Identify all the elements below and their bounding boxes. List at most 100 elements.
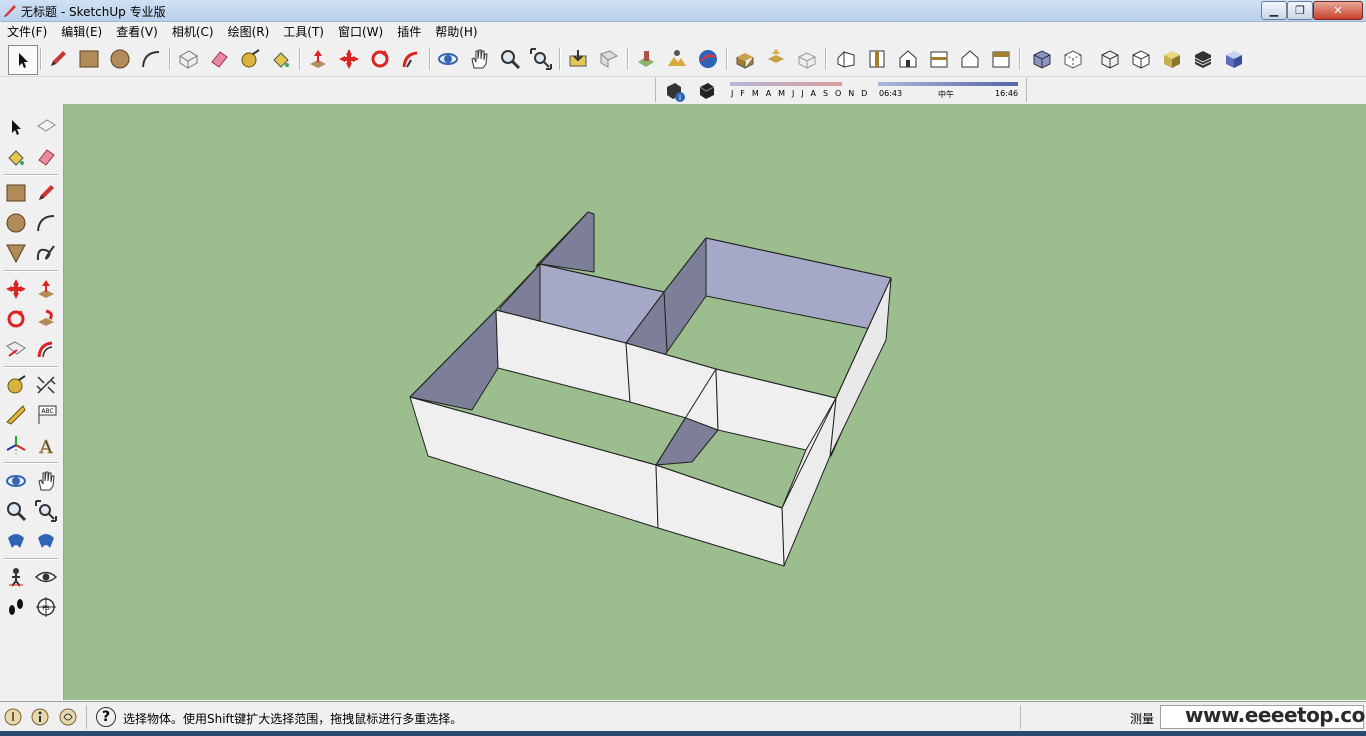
palette-line-button[interactable] — [33, 180, 59, 206]
follow-me-button[interactable] — [398, 46, 424, 72]
palette-zoom-button[interactable] — [3, 498, 29, 524]
palette-walk-button[interactable] — [3, 594, 29, 620]
minimize-button[interactable]: ▁ — [1261, 1, 1287, 20]
palette-zoom-window-button[interactable] — [33, 498, 59, 524]
palette-rotate-button[interactable] — [3, 306, 29, 332]
tape-measure-icon — [241, 49, 260, 68]
left-view-button[interactable] — [988, 46, 1014, 72]
back-edges-button[interactable] — [1060, 46, 1086, 72]
menu-help[interactable]: 帮助(H) — [428, 23, 484, 40]
palette-section-plane-button[interactable]: PS — [33, 594, 59, 620]
display-shadows-button[interactable] — [694, 79, 720, 105]
menu-plugins[interactable]: 插件 — [390, 23, 428, 40]
palette-dimension-button[interactable] — [33, 372, 59, 398]
account-status-icon[interactable] — [59, 708, 77, 726]
warehouse-get-button[interactable] — [732, 46, 758, 72]
move-tool-button[interactable] — [336, 46, 362, 72]
menu-tools[interactable]: 工具(T) — [276, 23, 331, 40]
palette-position-camera-button[interactable] — [3, 564, 29, 590]
geolocation-status-icon[interactable] — [4, 708, 22, 726]
palette-text-button[interactable]: ABC — [33, 402, 59, 428]
paint-bucket-button[interactable] — [268, 46, 294, 72]
extension-warehouse-button[interactable] — [794, 46, 820, 72]
wireframe-button[interactable] — [1097, 46, 1123, 72]
credits-status-icon[interactable] — [31, 708, 49, 726]
menu-draw[interactable]: 绘图(R) — [221, 23, 277, 40]
palette-scale-button[interactable] — [3, 336, 29, 362]
tape-measure-button[interactable] — [237, 46, 263, 72]
menu-view[interactable]: 查看(V) — [109, 23, 165, 40]
warehouse-share-button[interactable] — [763, 46, 789, 72]
offset-icon — [37, 341, 53, 358]
shaded-button[interactable] — [1159, 46, 1185, 72]
menu-file[interactable]: 文件(F) — [0, 23, 54, 40]
back-view-button[interactable] — [957, 46, 983, 72]
hidden-line-button[interactable] — [1128, 46, 1154, 72]
palette-component-button[interactable] — [33, 114, 59, 140]
room-walls-model[interactable] — [64, 104, 1366, 700]
close-button[interactable]: ✕ — [1313, 1, 1363, 20]
palette-orbit-button[interactable] — [3, 468, 29, 494]
monochrome-button[interactable] — [1221, 46, 1247, 72]
menu-window[interactable]: 窗口(W) — [331, 23, 390, 40]
menu-edit[interactable]: 编辑(E) — [54, 23, 109, 40]
iso-view-button[interactable] — [833, 46, 859, 72]
toggle-terrain-button[interactable] — [664, 46, 690, 72]
text-label-icon: ABC — [38, 405, 57, 424]
maximize-button[interactable]: ❐ — [1287, 1, 1313, 20]
pan-button[interactable] — [466, 46, 492, 72]
top-view-button[interactable] — [864, 46, 890, 72]
palette-rectangle-button[interactable] — [3, 180, 29, 206]
palette-axes-button[interactable] — [3, 432, 29, 458]
palette-3d-text-button[interactable]: A — [33, 432, 59, 458]
palette-polygon-button[interactable] — [3, 240, 29, 266]
xray-style-button[interactable] — [1029, 46, 1055, 72]
shaded-textures-button[interactable] — [1190, 46, 1216, 72]
drawing-viewport[interactable] — [64, 104, 1366, 700]
palette-circle-button[interactable] — [3, 210, 29, 236]
palette-look-around-button[interactable] — [33, 564, 59, 590]
palette-protractor-button[interactable] — [3, 402, 29, 428]
month-slider-track[interactable] — [730, 82, 842, 86]
arc-tool-button[interactable] — [138, 46, 164, 72]
make-component-button[interactable] — [175, 46, 201, 72]
terrain-icon — [668, 50, 686, 66]
palette-follow-me-button[interactable] — [33, 306, 59, 332]
palette-next-view-button[interactable] — [33, 528, 59, 554]
zoom-button[interactable] — [497, 46, 523, 72]
follow-me-icon — [402, 51, 418, 68]
menu-camera[interactable]: 相机(C) — [165, 23, 221, 40]
rotate-icon — [371, 50, 389, 68]
select-tool-button[interactable] — [8, 45, 38, 75]
shadow-settings-button[interactable]: i — [662, 79, 688, 105]
previous-view-icon — [8, 534, 24, 548]
rectangle-tool-button[interactable] — [76, 46, 102, 72]
palette-tape-measure-button[interactable] — [3, 372, 29, 398]
palette-select-button[interactable] — [3, 114, 29, 140]
right-view-button[interactable] — [926, 46, 952, 72]
eraser-tool-button[interactable] — [206, 46, 232, 72]
palette-arc-button[interactable] — [33, 210, 59, 236]
time-slider-track[interactable] — [878, 82, 1018, 86]
front-view-button[interactable] — [895, 46, 921, 72]
add-location-button[interactable] — [633, 46, 659, 72]
palette-previous-view-button[interactable] — [3, 528, 29, 554]
help-question-icon[interactable]: ? — [96, 707, 116, 727]
get-models-button[interactable] — [565, 46, 591, 72]
rotate-tool-button[interactable] — [367, 46, 393, 72]
palette-pan-button[interactable] — [33, 468, 59, 494]
zoom-extents-button[interactable] — [528, 46, 554, 72]
palette-move-button[interactable] — [3, 276, 29, 302]
share-model-button[interactable] — [596, 46, 622, 72]
orbit-button[interactable] — [435, 46, 461, 72]
palette-push-pull-button[interactable] — [33, 276, 59, 302]
sketchup-app-icon[interactable] — [3, 3, 17, 17]
pencil-tool-button[interactable] — [45, 46, 71, 72]
palette-eraser-button[interactable] — [33, 144, 59, 170]
palette-offset-button[interactable] — [33, 336, 59, 362]
palette-freehand-button[interactable] — [33, 240, 59, 266]
palette-paint-button[interactable] — [3, 144, 29, 170]
google-earth-button[interactable] — [695, 46, 721, 72]
circle-tool-button[interactable] — [107, 46, 133, 72]
push-pull-button[interactable] — [305, 46, 331, 72]
